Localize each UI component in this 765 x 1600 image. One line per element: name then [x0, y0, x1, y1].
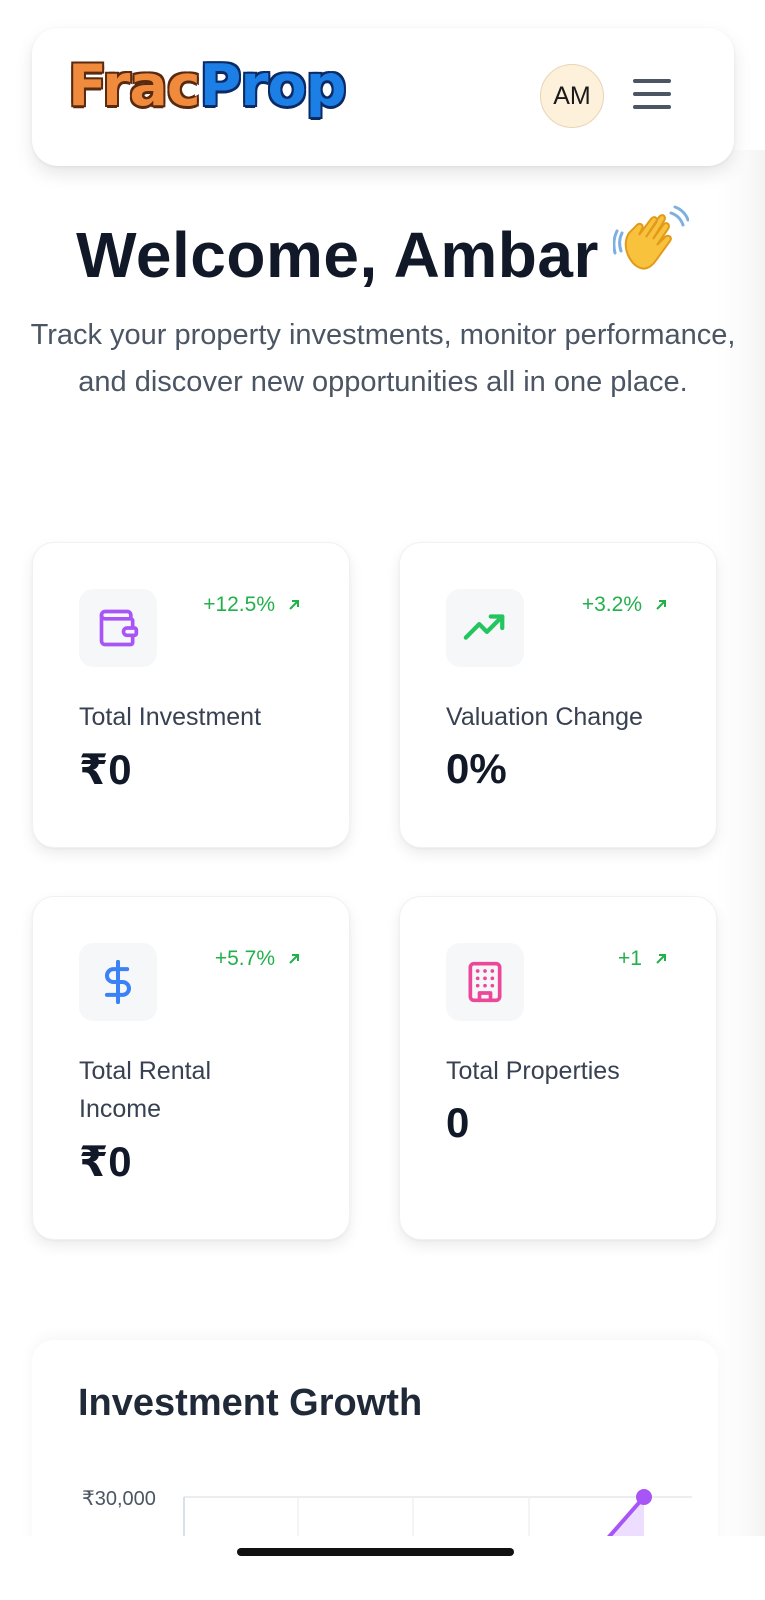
stat-card-total-investment[interactable]: +12.5% Total Investment ₹0: [32, 542, 350, 848]
card-icon-wrapper: [446, 943, 524, 1021]
welcome-subtitle: Track your property investments, monitor…: [30, 319, 736, 398]
arrow-up-right-icon: [289, 600, 299, 610]
stat-card-valuation-change[interactable]: +3.2% Valuation Change 0%: [399, 542, 717, 848]
bottom-safe-area: [0, 1536, 765, 1600]
hamburger-menu-icon: [633, 79, 671, 109]
dollar-icon: [104, 960, 131, 1004]
app-header: FracProp AM: [32, 28, 734, 166]
stat-card-total-rental-income[interactable]: +5.7% Total Rental Income ₹0: [32, 896, 350, 1240]
change-badge: +3.2%: [582, 593, 668, 617]
change-value: +3.2%: [581, 593, 642, 616]
card-icon-wrapper: [446, 589, 524, 667]
growth-point: [636, 1489, 652, 1505]
arrow-up-right-icon: [656, 954, 666, 964]
change-badge: +1: [618, 947, 668, 971]
welcome-text: Welcome, Ambar: [76, 219, 599, 291]
change-badge: +5.7%: [215, 947, 301, 971]
arrow-up-right-icon: [289, 954, 299, 964]
card-label: Total Rental Income: [79, 1057, 212, 1123]
logo-frac: Frac: [68, 53, 201, 119]
change-value: +1: [618, 947, 642, 970]
change-value: +12.5%: [203, 593, 275, 616]
dashboard-page: FracProp AM Welcome, Ambar Track your pr…: [0, 0, 765, 1600]
fracprop-logo[interactable]: FracProp: [68, 58, 347, 115]
stat-card-total-properties[interactable]: +1 Total Properties 0: [399, 896, 717, 1240]
wallet-icon: [99, 609, 139, 647]
card-label: Total Investment: [79, 703, 262, 731]
logo-prop: Prop: [199, 53, 347, 119]
waving-hand-icon: [612, 205, 690, 296]
welcome-heading: Welcome, Ambar: [0, 205, 765, 296]
arrow-up-right-icon: [656, 600, 666, 610]
card-value: ₹0: [79, 746, 132, 793]
card-icon-wrapper: [79, 589, 157, 667]
card-icon-wrapper: [79, 943, 157, 1021]
card-value: ₹0: [79, 1138, 132, 1185]
menu-button[interactable]: [628, 74, 676, 114]
card-value: 0: [446, 1099, 470, 1146]
change-value: +5.7%: [214, 947, 275, 970]
change-badge: +12.5%: [203, 593, 301, 617]
card-label: Valuation Change: [446, 703, 643, 731]
card-label: Total Properties: [446, 1057, 620, 1085]
home-indicator[interactable]: [237, 1548, 514, 1556]
user-avatar[interactable]: AM: [540, 64, 604, 128]
building-icon: [468, 961, 502, 1003]
card-value: 0%: [446, 745, 507, 792]
trending-up-icon: [463, 614, 505, 640]
